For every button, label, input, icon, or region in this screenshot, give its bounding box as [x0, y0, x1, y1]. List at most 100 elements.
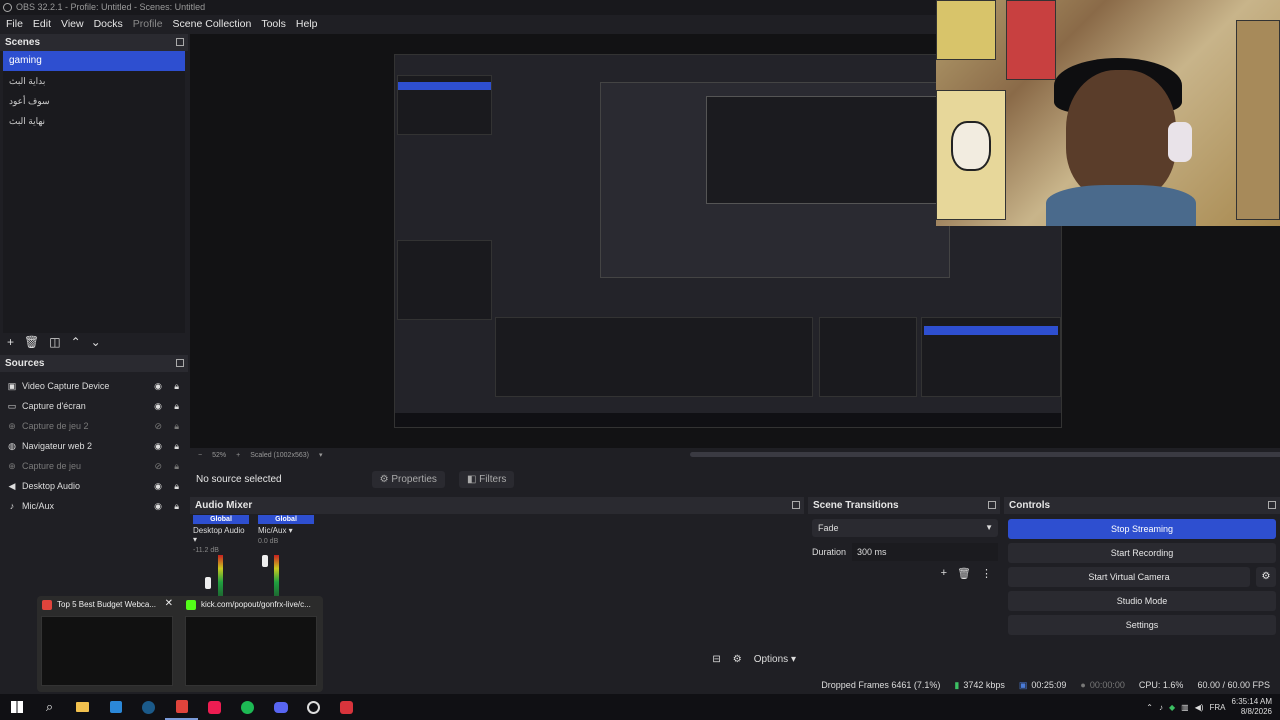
menu-profile[interactable]: Profile: [133, 18, 163, 30]
start-virtual-camera-button[interactable]: Start Virtual Camera: [1008, 567, 1250, 587]
clock-date: 8/8/2026: [1240, 707, 1272, 716]
source-item-desktop-audio[interactable]: ◀ Desktop Audio ◉ 🔒︎: [0, 476, 188, 496]
scenes-toolbar: + 🗑 ◫ ⌃ ⌄: [0, 333, 188, 351]
spotify-icon[interactable]: [231, 694, 264, 720]
options-button[interactable]: Options ▾: [754, 654, 796, 665]
menu-docks[interactable]: Docks: [94, 18, 123, 30]
lock-icon[interactable]: 🔒︎: [174, 401, 179, 412]
move-down-icon[interactable]: ⌄: [91, 335, 101, 349]
scale-dropdown-icon[interactable]: ▾: [319, 451, 323, 459]
start-recording-button[interactable]: Start Recording: [1008, 543, 1276, 563]
jigsaw-face: [951, 121, 991, 171]
steam-icon[interactable]: [132, 694, 165, 720]
search-icon[interactable]: ⌕: [33, 694, 66, 720]
layout-icon[interactable]: ⊟: [712, 654, 720, 665]
store-icon[interactable]: [99, 694, 132, 720]
mixer-channel-mic-aux: Global Mic/Aux ▾ 0.0 dB: [258, 515, 314, 545]
eye-icon[interactable]: ◉: [154, 481, 162, 492]
gear-icon[interactable]: ⚙: [1256, 567, 1276, 587]
eye-icon[interactable]: ◉: [154, 381, 162, 392]
clock[interactable]: 6:35:14 AM 8/8/2026: [1232, 697, 1272, 717]
source-item-browser-2[interactable]: ◍ Navigateur web 2 ◉ 🔒︎: [0, 436, 188, 456]
microphone-icon[interactable]: ♪: [1159, 703, 1163, 712]
settings-button[interactable]: Settings: [1008, 615, 1276, 635]
undock-icon[interactable]: [1268, 501, 1276, 509]
lock-icon[interactable]: 🔒︎: [174, 461, 179, 472]
network-icon[interactable]: ▥: [1181, 703, 1189, 712]
language-indicator[interactable]: FRA: [1210, 703, 1226, 712]
preview-scrollbar[interactable]: [690, 452, 1280, 457]
move-up-icon[interactable]: ⌃: [71, 335, 81, 349]
properties-button[interactable]: ⚙ Properties: [371, 470, 445, 488]
lock-icon[interactable]: 🔒︎: [174, 441, 179, 452]
controls-title-label: Controls: [1009, 500, 1051, 511]
volume-icon[interactable]: ◀): [1195, 703, 1204, 712]
discord-icon[interactable]: [264, 694, 297, 720]
lock-icon[interactable]: 🔒︎: [174, 381, 179, 392]
lock-icon[interactable]: 🔒︎: [174, 501, 179, 512]
eye-icon[interactable]: ◉: [154, 501, 162, 512]
lock-icon[interactable]: 🔒︎: [174, 421, 179, 432]
duration-field[interactable]: 300 ms: [852, 543, 998, 561]
zoom-out-icon[interactable]: −: [198, 452, 202, 459]
close-icon[interactable]: ✕: [165, 598, 173, 609]
obs-icon[interactable]: [297, 694, 330, 720]
channel-name[interactable]: Mic/Aux ▾: [258, 526, 314, 535]
eye-hidden-icon[interactable]: ⊘: [154, 461, 162, 472]
eye-hidden-icon[interactable]: ⊘: [154, 421, 162, 432]
add-scene-icon[interactable]: +: [7, 335, 14, 349]
undock-icon[interactable]: [176, 359, 184, 367]
zoom-in-icon[interactable]: +: [236, 452, 240, 459]
source-label: Capture de jeu 2: [22, 421, 89, 431]
undock-icon[interactable]: [176, 38, 184, 46]
scene-item-end[interactable]: نهاية البث: [3, 111, 185, 131]
lock-icon[interactable]: 🔒︎: [174, 481, 179, 492]
menu-help[interactable]: Help: [296, 18, 318, 30]
source-item-mic-aux[interactable]: ♪ Mic/Aux ◉ 🔒︎: [0, 496, 188, 516]
remove-transition-icon[interactable]: 🗑: [957, 567, 971, 580]
scale-label: Scaled (1002x563): [250, 451, 309, 459]
mixer-channel-desktop-audio: Global Desktop Audio ▾ -11.2 dB: [193, 515, 249, 554]
source-item-screen-capture[interactable]: ▭ Capture d'écran ◉ 🔒︎: [0, 396, 188, 416]
stream-time-value: 00:25:09: [1031, 680, 1067, 690]
eye-icon[interactable]: ◉: [154, 401, 162, 412]
volume-fader[interactable]: [262, 555, 268, 567]
thumbnail-kick[interactable]: kick.com/popout/gonfrx-live/c...: [181, 596, 321, 692]
kick-icon: [186, 600, 196, 610]
menu-view[interactable]: View: [61, 18, 84, 30]
app-icon[interactable]: [330, 694, 363, 720]
source-item-game-capture[interactable]: ⊕ Capture de jeu ⊘ 🔒︎: [0, 456, 188, 476]
eye-icon[interactable]: ◉: [154, 441, 162, 452]
more-icon[interactable]: ⋮: [981, 567, 992, 580]
volume-fader[interactable]: [205, 577, 211, 589]
remove-scene-icon[interactable]: 🗑: [24, 335, 39, 349]
tiktok-icon[interactable]: [198, 694, 231, 720]
menu-edit[interactable]: Edit: [33, 18, 51, 30]
source-label: Mic/Aux: [22, 501, 55, 511]
thumbnail-brave[interactable]: Top 5 Best Budget Webca... ✕: [37, 596, 177, 692]
menu-tools[interactable]: Tools: [261, 18, 286, 30]
undock-icon[interactable]: [988, 501, 996, 509]
brave-icon[interactable]: [165, 694, 198, 720]
scene-item-gaming[interactable]: gaming: [3, 51, 185, 71]
undock-icon[interactable]: [792, 501, 800, 509]
filters-button[interactable]: ◧ Filters: [458, 470, 515, 488]
channel-name[interactable]: Desktop Audio ▾: [193, 526, 249, 544]
menu-scene-collection[interactable]: Scene Collection: [173, 18, 252, 30]
scene-filters-icon[interactable]: ◫: [49, 335, 60, 349]
stop-streaming-button[interactable]: Stop Streaming: [1008, 519, 1276, 539]
controls-dock: Controls Stop Streaming Start Recording …: [1004, 497, 1280, 671]
advanced-audio-icon[interactable]: ⚙: [733, 654, 742, 665]
shield-icon[interactable]: ◆: [1169, 703, 1175, 712]
scene-item-start[interactable]: بداية البث: [3, 71, 185, 91]
source-item-video-capture[interactable]: ▣ Video Capture Device ◉ 🔒︎: [0, 376, 188, 396]
studio-mode-button[interactable]: Studio Mode: [1008, 591, 1276, 611]
file-explorer-icon[interactable]: [66, 694, 99, 720]
menu-file[interactable]: File: [6, 18, 23, 30]
add-transition-icon[interactable]: +: [941, 567, 947, 580]
transition-select[interactable]: Fade ▼: [812, 519, 998, 537]
scene-item-brb[interactable]: سوف أعود: [3, 91, 185, 111]
source-item-game-capture-2[interactable]: ⊕ Capture de jeu 2 ⊘ 🔒︎: [0, 416, 188, 436]
windows-start-icon[interactable]: [0, 694, 33, 720]
chevron-up-icon[interactable]: ⌃: [1146, 703, 1153, 712]
